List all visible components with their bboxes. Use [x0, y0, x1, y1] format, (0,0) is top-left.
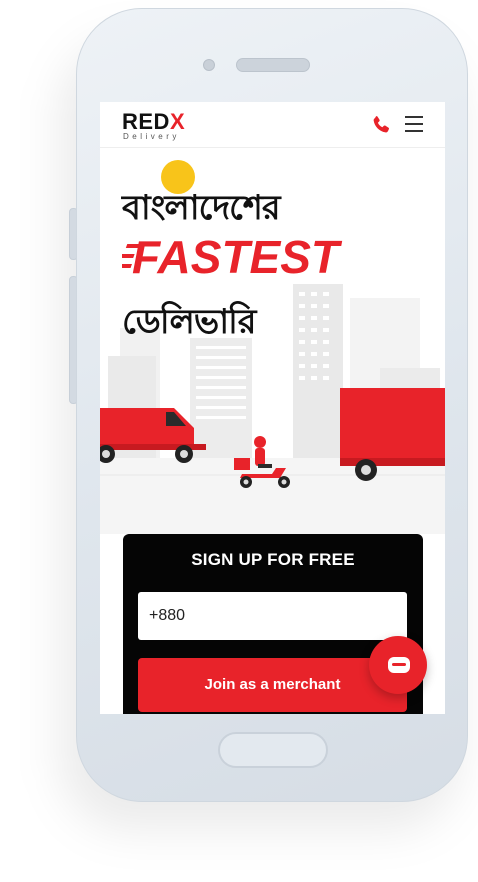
device-mockup: REDX Delivery বাংলাদেশের FASTEST ডেলিভার…: [0, 0, 478, 882]
join-merchant-button[interactable]: Join as a merchant: [138, 658, 407, 712]
logo-accent-text: X: [169, 109, 186, 134]
hero-heading-highlight: FASTEST: [132, 231, 340, 283]
logo-main-text: RED: [122, 109, 170, 134]
front-camera: [203, 59, 215, 71]
logo-subtitle: Delivery: [123, 132, 180, 141]
phone-screen: REDX Delivery বাংলাদেশের FASTEST ডেলিভার…: [100, 102, 445, 714]
phone-number-input[interactable]: [138, 592, 407, 640]
chat-button[interactable]: [369, 636, 427, 694]
chat-bubble-icon: [388, 657, 410, 673]
signup-title: SIGN UP FOR FREE: [191, 550, 355, 569]
signup-card: SIGN UP FOR FREE Join as a merchant: [123, 534, 423, 714]
redx-logo[interactable]: REDX Delivery: [122, 109, 186, 142]
earpiece-speaker: [236, 58, 310, 72]
phone-icon[interactable]: [370, 114, 392, 136]
hamburger-menu-icon[interactable]: [405, 116, 423, 132]
home-button[interactable]: [218, 732, 328, 768]
hero-heading-line3: ডেলিভারি: [122, 302, 257, 342]
site-header: REDX Delivery: [100, 102, 445, 148]
hero-section: বাংলাদেশের FASTEST ডেলিভারি: [100, 148, 445, 534]
